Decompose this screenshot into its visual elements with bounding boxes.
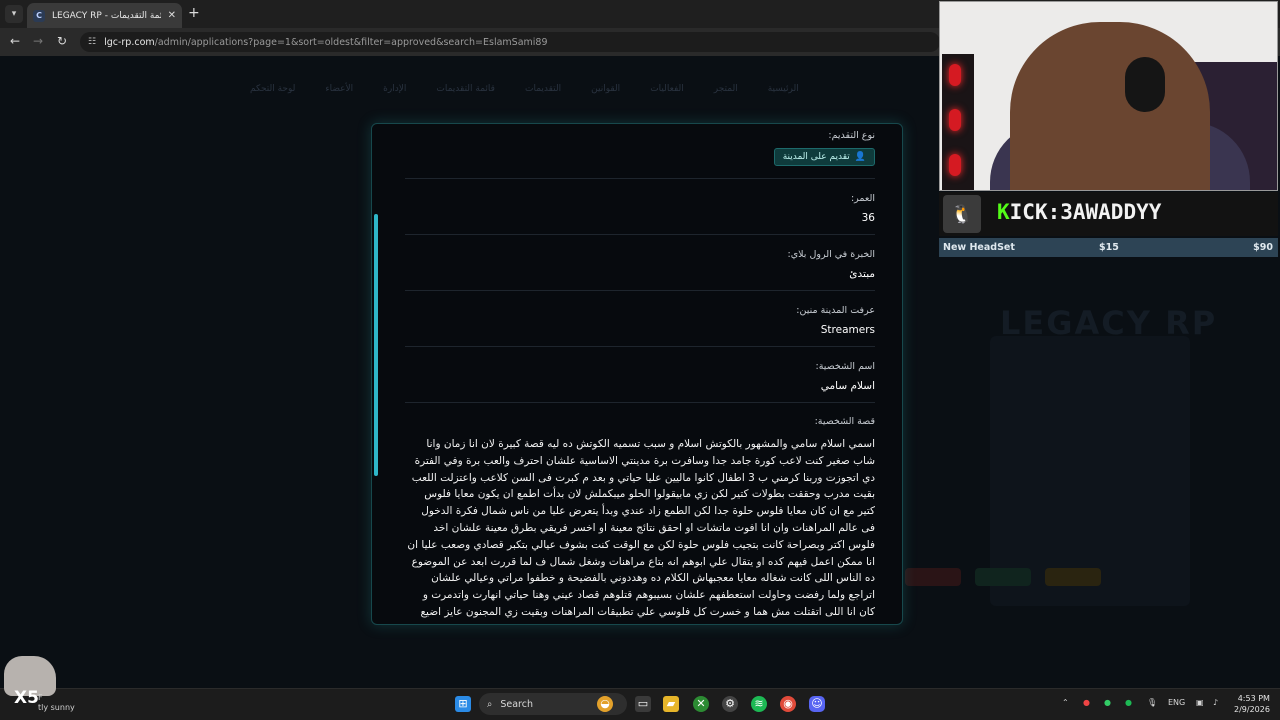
clock-date: 2/9/2026 bbox=[1234, 705, 1270, 714]
rgb-fan bbox=[949, 64, 961, 86]
new-tab-icon[interactable]: + bbox=[188, 5, 200, 21]
character-name-field: اسم الشخصية: اسلام سامي bbox=[405, 361, 875, 392]
tab-search-menu-icon[interactable]: ▾ bbox=[5, 5, 23, 23]
browser-tab-active[interactable]: C LEGACY RP - قائمة التقديمات ✕ bbox=[27, 3, 182, 28]
character-story-text: اسمي اسلام سامي والمشهور بالكوتش اسلام و… bbox=[407, 438, 875, 624]
tab-title: LEGACY RP - قائمة التقديمات bbox=[52, 10, 161, 21]
file-explorer-icon[interactable]: ▰ bbox=[663, 696, 679, 712]
character-story-label: قصة الشخصية: bbox=[814, 416, 875, 427]
divider bbox=[405, 290, 875, 291]
webcam-streamer bbox=[1010, 22, 1210, 190]
background-nav: الرئيسية المتجر الفعاليات القوانين التقديمات… bbox=[250, 84, 799, 94]
city-source-field: عرفت المدينة منين: Streamers bbox=[405, 305, 875, 336]
windows-start-icon[interactable]: ⊞ bbox=[455, 696, 471, 712]
tray-app-icon[interactable]: ● bbox=[1083, 698, 1090, 707]
application-details-modal: نوع التقديم: 👤 تقديم على المدينة العمر: … bbox=[371, 123, 903, 625]
background-nav-item: لوحة التحكم bbox=[250, 84, 296, 94]
kick-channel-banner: 🐧 KICK:3AWADDYY bbox=[939, 192, 1278, 236]
site-favicon-icon: C bbox=[33, 9, 45, 22]
divider bbox=[405, 346, 875, 347]
site-info-icon[interactable]: ☷ bbox=[88, 37, 96, 47]
background-nav-item: الأعضاء bbox=[325, 84, 354, 94]
application-type-value: تقديم على المدينة bbox=[782, 152, 850, 162]
tray-spotify-icon[interactable]: ● bbox=[1125, 698, 1132, 707]
rgb-fan bbox=[949, 109, 961, 131]
search-label: Search bbox=[500, 698, 533, 710]
divider bbox=[405, 234, 875, 235]
age-label: العمر: bbox=[850, 193, 875, 204]
x5-badge: X5 bbox=[14, 688, 39, 708]
display-icon[interactable]: ▣ bbox=[1196, 698, 1204, 707]
system-clock[interactable]: 4:53 PM 2/9/2026 bbox=[1234, 693, 1270, 715]
divider bbox=[405, 178, 875, 179]
goal-target: $90 bbox=[1253, 242, 1273, 253]
background-nav-item: الإدارة bbox=[383, 84, 407, 94]
microphone-icon[interactable]: 🎙 bbox=[1147, 698, 1157, 707]
application-type-badge: 👤 تقديم على المدينة bbox=[773, 148, 875, 166]
experience-field: الخبرة في الرول بلاي: مبتدئ bbox=[405, 249, 876, 280]
city-source-label: عرفت المدينة منين: bbox=[796, 305, 875, 316]
modal-scrollbar[interactable] bbox=[374, 214, 378, 476]
background-reject-button bbox=[905, 568, 961, 586]
background-nav-item: الفعاليات bbox=[650, 84, 684, 94]
headset-icon bbox=[1125, 57, 1165, 112]
chrome-icon[interactable]: ◉ bbox=[780, 696, 796, 712]
xbox-icon[interactable]: ✕ bbox=[693, 696, 709, 712]
volume-icon[interactable]: ♪ bbox=[1213, 698, 1218, 707]
city-source-value: Streamers bbox=[820, 324, 875, 336]
character-name-label: اسم الشخصية: bbox=[815, 361, 875, 372]
age-field: العمر: 36 bbox=[405, 193, 875, 224]
application-type-field: نوع التقديم: 👤 تقديم على المدينة bbox=[405, 130, 875, 166]
background-nav-item: الرئيسية bbox=[767, 84, 799, 94]
experience-value: مبتدئ bbox=[849, 268, 875, 280]
webcam-overlay bbox=[939, 1, 1278, 191]
age-value: 36 bbox=[861, 212, 875, 224]
background-nav-item: المتجر bbox=[713, 84, 738, 94]
discord-icon[interactable]: ☺ bbox=[809, 696, 825, 712]
reload-icon[interactable]: ↻ bbox=[57, 34, 67, 48]
background-panel bbox=[990, 336, 1190, 606]
experience-label: الخبرة في الرول بلاي: bbox=[787, 249, 876, 260]
address-bar[interactable]: ☷ lgc-rp.com/admin/applications?page=1&s… bbox=[80, 32, 940, 52]
background-nav-item: القوانين bbox=[591, 84, 621, 94]
language-indicator[interactable]: ENG bbox=[1168, 698, 1185, 707]
goal-name: New HeadSet bbox=[943, 242, 1015, 253]
character-name-value: اسلام سامي bbox=[820, 380, 875, 392]
donation-goal-bar: New HeadSet $15 $90 bbox=[939, 238, 1278, 257]
task-view-icon[interactable]: ▭ bbox=[635, 696, 651, 712]
search-icon: ⌕ bbox=[487, 698, 493, 710]
background-pending-button bbox=[1045, 568, 1101, 586]
background-nav-item: قائمة التقديمات bbox=[436, 84, 495, 94]
penguin-avatar-icon: 🐧 bbox=[943, 195, 981, 233]
close-tab-icon[interactable]: ✕ bbox=[168, 10, 176, 21]
character-story-field: قصة الشخصية: اسمي اسلام سامي والمشهور با… bbox=[405, 416, 875, 624]
background-logo: LEGACY RP bbox=[1000, 304, 1218, 342]
application-type-label: نوع التقديم: bbox=[828, 130, 875, 141]
background-nav-item: التقديمات bbox=[524, 84, 562, 94]
rgb-fan bbox=[949, 154, 961, 176]
user-icon: 👤 bbox=[854, 152, 866, 162]
weather-text[interactable]: F tly sunny bbox=[38, 693, 75, 713]
spotify-icon[interactable]: ≋ bbox=[751, 696, 767, 712]
back-arrow-icon[interactable]: ← bbox=[10, 34, 20, 48]
webcam-pc-case bbox=[942, 54, 974, 190]
goal-current: $15 bbox=[1099, 242, 1119, 253]
pizza-icon: ◒ bbox=[597, 696, 613, 712]
clock-time: 4:53 PM bbox=[1237, 694, 1270, 703]
tray-app-icon[interactable]: ● bbox=[1104, 698, 1111, 707]
forward-arrow-icon[interactable]: → bbox=[33, 34, 43, 48]
divider bbox=[405, 402, 875, 403]
kick-channel-name: KICK:3AWADDYY bbox=[997, 200, 1162, 224]
background-approve-button bbox=[975, 568, 1031, 586]
tray-chevron-icon[interactable]: ⌃ bbox=[1062, 698, 1069, 707]
steam-icon[interactable]: ⚙ bbox=[722, 696, 738, 712]
url-text: lgc-rp.com/admin/applications?page=1&sor… bbox=[104, 36, 548, 48]
